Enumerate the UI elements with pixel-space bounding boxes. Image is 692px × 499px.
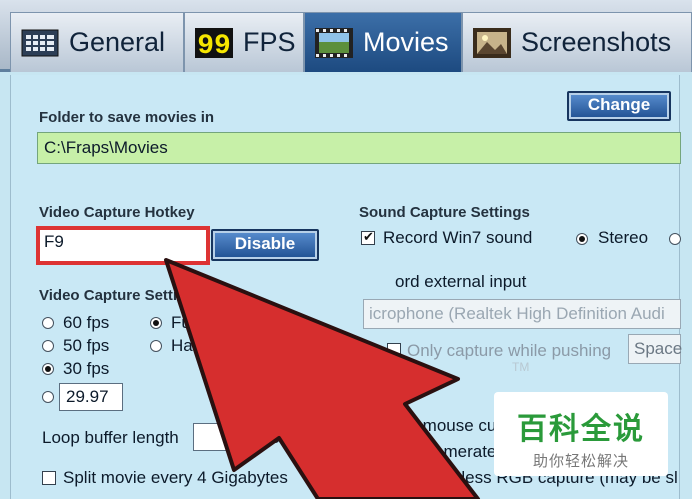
hotkey-field[interactable]: F9 <box>36 226 210 265</box>
fps-60-label: 60 fps <box>63 313 110 332</box>
folder-heading: Folder to save movies in <box>39 109 215 126</box>
push-to-capture-checkbox[interactable] <box>387 343 401 357</box>
fps-50-radio[interactable] <box>42 340 54 352</box>
fps-60-radio[interactable] <box>42 317 54 329</box>
folder-path-field[interactable]: C:\Fraps\Movies <box>37 132 681 164</box>
full-size-label: Full-siz <box>171 313 225 332</box>
hide-mouse-label: Hide mouse cu <box>383 416 497 435</box>
hide-mouse-checkbox[interactable] <box>361 418 375 432</box>
watermark-title: 百科全说 <box>517 413 645 446</box>
hotkey-heading: Video Capture Hotkey <box>39 204 195 221</box>
record-external-label: ord external input <box>395 272 527 291</box>
push-key-field[interactable]: Space <box>628 334 682 364</box>
split-movie-checkbox[interactable] <box>42 471 56 485</box>
stereo-radio[interactable] <box>576 233 588 245</box>
full-size-radio[interactable] <box>150 317 162 329</box>
lock-framerate-label: Lock framerate <box>383 442 497 461</box>
record-win7-sound-checkbox[interactable] <box>361 229 375 245</box>
tab-movies[interactable]: Movies <box>304 12 462 72</box>
record-win7-sound-label: Record Win7 sound <box>383 228 533 247</box>
tab-label: Movies <box>363 27 449 57</box>
svg-text:99: 99 <box>197 31 231 58</box>
tab-label: Screenshots <box>521 27 672 57</box>
watermark-subtitle: 助你轻松解决 <box>532 453 629 470</box>
tab-label: General <box>69 27 166 57</box>
loop-buffer-field[interactable]: 0 <box>193 423 239 451</box>
lock-framerate-checkbox[interactable] <box>361 444 375 458</box>
force-lossless-checkbox[interactable] <box>361 471 375 485</box>
fps-30-radio[interactable] <box>42 363 54 375</box>
grid-icon <box>21 28 59 58</box>
half-size-radio[interactable] <box>150 340 162 352</box>
change-button[interactable]: Change <box>567 91 671 121</box>
input-device-dropdown[interactable]: icrophone (Realtek High Definition Audi <box>363 299 681 329</box>
sound-settings-heading: Sound Capture Settings <box>359 204 530 221</box>
tab-general[interactable]: General <box>10 12 184 72</box>
video-settings-heading: Video Capture Settin <box>39 287 187 304</box>
tab-fps[interactable]: 99 FPS <box>184 12 304 72</box>
half-size-label: Half-size <box>171 336 238 355</box>
watermark-tm: TM <box>512 360 530 374</box>
stereo-label: Stereo <box>598 228 649 247</box>
disable-button[interactable]: Disable <box>211 229 319 261</box>
push-to-capture-label: Only capture while pushing <box>407 341 612 360</box>
film-icon <box>315 27 353 58</box>
fps-50-label: 50 fps <box>63 336 110 355</box>
fps-30-label: 30 fps <box>63 359 110 378</box>
picture-icon <box>473 27 511 58</box>
tab-screenshots[interactable]: Screenshots <box>462 12 692 72</box>
custom-fps-field[interactable]: 29.97 <box>59 383 123 411</box>
multichannel-radio[interactable] <box>669 233 681 245</box>
tab-bar: General 99 FPS Movies Screenshots <box>0 0 692 72</box>
fps-custom-radio[interactable] <box>42 391 54 403</box>
split-movie-label: Split movie every 4 Gigabytes <box>63 468 288 487</box>
loop-buffer-unit: seconds <box>244 428 308 447</box>
fps-99-icon: 99 <box>195 27 233 62</box>
watermark-logo: 百科全说 助你轻松解决 <box>494 392 668 476</box>
loop-buffer-label: Loop buffer length <box>42 428 179 447</box>
tab-label: FPS <box>243 27 296 57</box>
